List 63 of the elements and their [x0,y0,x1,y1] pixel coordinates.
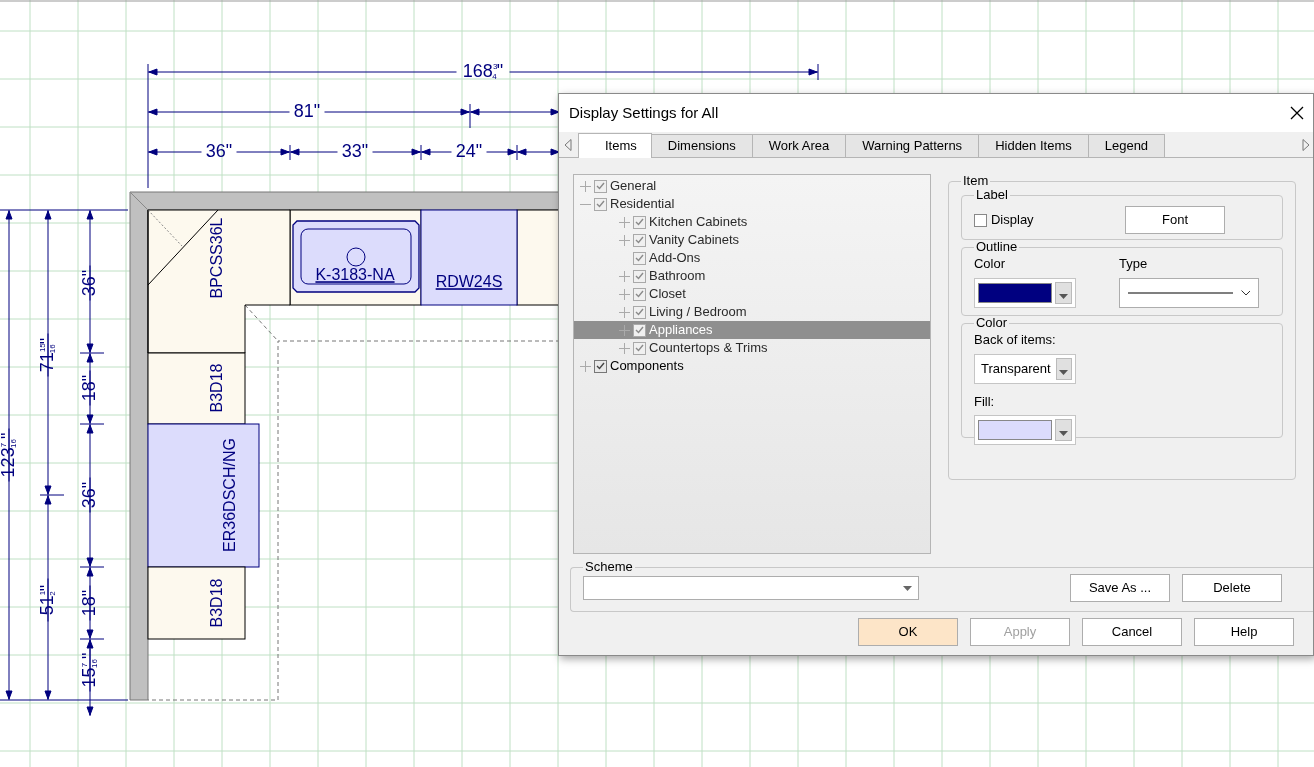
dimension-label: 33" [341,140,369,161]
field-label: Type [1119,255,1149,273]
outline-color-picker[interactable] [974,277,1076,308]
tab[interactable]: Work Area [751,134,847,157]
cabinet-label: B3D18 [208,578,226,628]
tree-item-label: Living / Bedroom [649,303,747,322]
dimension-label: 168$^{3}$ $_{4}$" [462,60,504,82]
tree-item-label: Kitchen Cabinets [649,213,748,232]
scheme-action-button[interactable]: Save As ... [1070,574,1170,602]
group-title: Item [962,174,990,188]
cabinet-label: RDW24S [435,273,503,291]
back-of-items-dropdown[interactable]: Transparent [974,353,1076,384]
field-label: Fill: [974,392,996,411]
field-label: Color [974,255,1007,273]
dropdown-arrow-icon [903,585,912,591]
tab[interactable]: Dimensions [650,134,753,157]
dimension-label: 36" [205,140,233,161]
scroll-left-icon[interactable] [564,139,572,151]
dimension-label: 24" [455,140,483,161]
tree-item-label: Countertops & Trims [649,339,768,358]
dimension-label: 81" [293,100,321,121]
tree-item-label: Add-Ons [649,249,701,268]
tab[interactable]: Items [578,133,652,158]
tree-item-label: Vanity Cabinets [649,231,740,250]
dialog-title: Display Settings for All [569,102,719,123]
dialog-button[interactable]: Help [1194,618,1294,646]
tree-item-label: Residential [610,195,675,214]
checkbox[interactable] [594,359,607,373]
scroll-right-icon[interactable] [1302,139,1310,151]
expand-icon[interactable] [580,360,591,372]
fill-color-picker[interactable] [974,415,1076,445]
dimension-label: 18" [78,374,99,402]
tree-item-label: Bathroom [649,267,706,286]
group-title: Outline [975,240,1019,254]
dialog-button[interactable]: Cancel [1082,618,1182,646]
tree-item-label: Appliances [649,321,713,340]
solid-line-icon [1128,290,1233,295]
tab[interactable]: Legend [1087,134,1166,157]
cabinet-label: ER36DSCH/NG [221,438,239,552]
dimension-label: 18" [78,589,99,617]
chevron-down-icon [1240,289,1250,296]
tab[interactable]: Hidden Items [978,134,1089,157]
group-title: Color [975,316,1009,330]
dialog-button[interactable]: OK [858,618,958,646]
tree-item-label: Closet [649,285,686,304]
field-label: Back of items: [974,331,1057,349]
group-title: Label [975,188,1009,202]
display-label: Display [991,211,1034,230]
cabinet-label: BPCSS36L [208,217,226,299]
font-button[interactable]: Font [1125,206,1225,234]
scheme-dropdown[interactable] [583,576,919,600]
display-checkbox[interactable] [974,213,987,227]
scheme-action-button[interactable]: Delete [1182,574,1282,602]
dimension-label: 36" [78,481,99,509]
tree-item-label: Components [610,357,684,376]
line-type-dropdown[interactable] [1119,277,1259,308]
cabinet-label: B3D18 [208,363,226,413]
close-icon [1289,105,1305,121]
dimension-label: 36" [78,269,99,297]
tree-item-label: General [610,177,657,196]
group-title: Scheme [584,560,634,574]
tab[interactable]: Warning Patterns [845,134,980,157]
cabinet-label: K-3183-NA [315,266,395,284]
